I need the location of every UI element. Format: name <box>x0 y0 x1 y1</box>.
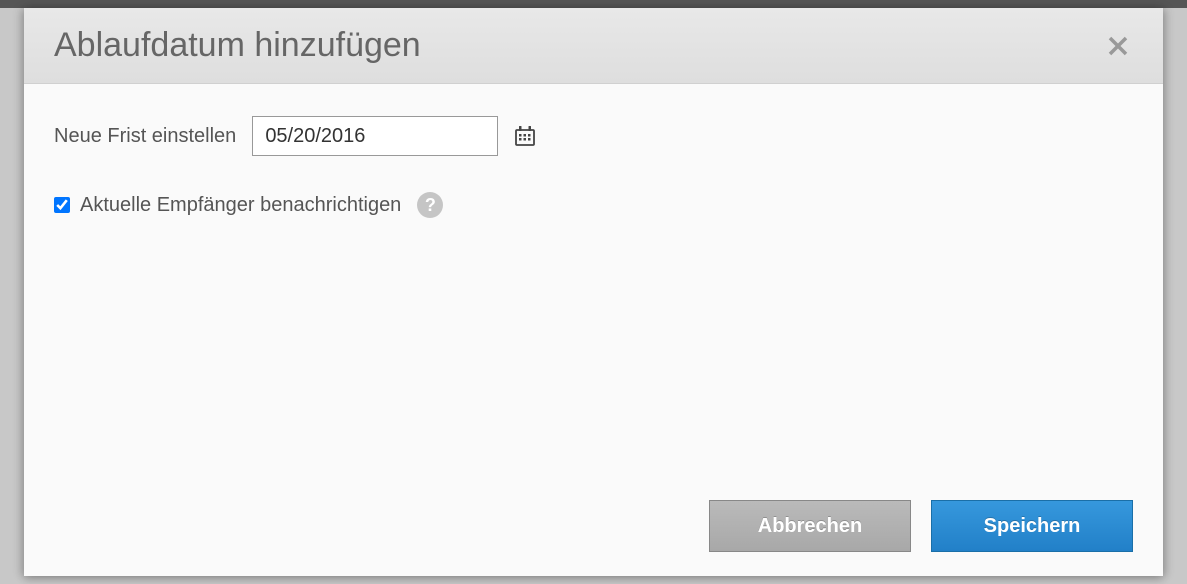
close-icon <box>1107 35 1129 57</box>
expiration-date-modal: Ablaufdatum hinzufügen Neue Frist einste… <box>24 8 1163 576</box>
close-button[interactable] <box>1103 31 1133 61</box>
question-mark-icon: ? <box>425 195 436 216</box>
modal-body: Neue Frist einstellen Akt <box>24 84 1163 480</box>
backdrop-topbar <box>0 0 1187 8</box>
notify-checkbox-row: Aktuelle Empfänger benachrichtigen ? <box>54 192 1133 218</box>
save-button[interactable]: Speichern <box>931 500 1133 552</box>
notify-checkbox-label: Aktuelle Empfänger benachrichtigen <box>80 194 401 217</box>
calendar-icon <box>514 125 536 147</box>
help-button[interactable]: ? <box>417 192 443 218</box>
modal-header: Ablaufdatum hinzufügen <box>24 8 1163 84</box>
date-field-label: Neue Frist einstellen <box>54 125 236 148</box>
calendar-picker-button[interactable] <box>512 123 538 149</box>
modal-title: Ablaufdatum hinzufügen <box>54 26 421 65</box>
date-input[interactable] <box>252 116 498 156</box>
date-field-row: Neue Frist einstellen <box>54 116 1133 156</box>
cancel-button[interactable]: Abbrechen <box>709 500 911 552</box>
notify-checkbox[interactable] <box>54 197 70 213</box>
modal-footer: Abbrechen Speichern <box>24 480 1163 576</box>
